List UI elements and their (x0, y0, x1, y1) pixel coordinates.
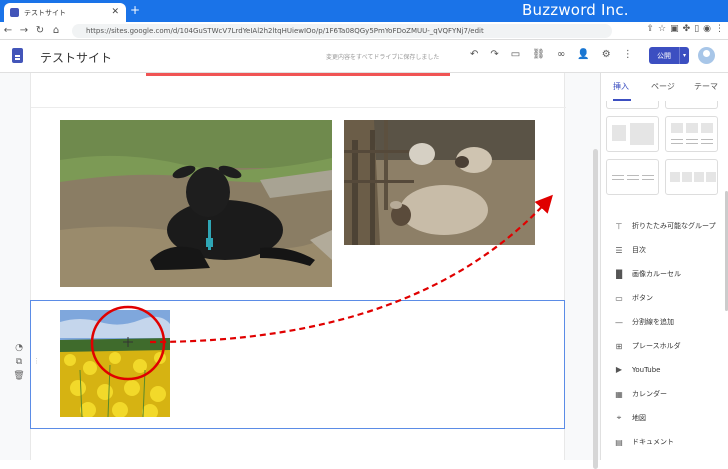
puzzle-icon[interactable]: ✤ (683, 24, 691, 34)
settings-gear-icon[interactable]: ⚙ (602, 49, 611, 60)
home-icon[interactable]: ⌂ (48, 25, 64, 36)
site-title[interactable]: テストサイト (40, 49, 112, 66)
browser-tab-bar: テストサイト ✕ + Buzzword Inc. (0, 0, 728, 22)
black-lamb-image[interactable] (60, 120, 332, 287)
browser-tab[interactable]: テストサイト ✕ (4, 3, 126, 22)
reload-icon[interactable]: ↻ (32, 25, 48, 36)
palette-icon[interactable]: ◔ (15, 343, 23, 353)
layout-card-partial-2[interactable] (665, 101, 718, 109)
address-bar[interactable]: https://sites.google.com/d/104GuSTWcV7Lr… (72, 24, 612, 38)
browser-toolbar: ← → ↻ ⌂ https://sites.google.com/d/104Gu… (0, 22, 728, 40)
tab-insert[interactable]: 挿入 (613, 81, 629, 92)
tab-pages[interactable]: ページ (651, 81, 675, 92)
header-banner-strip (146, 73, 450, 76)
sites-favicon-icon (10, 8, 19, 17)
copy-link-icon[interactable]: ⛓ (532, 49, 545, 60)
url-text: https://sites.google.com/d/104GuSTWcV7Lr… (86, 27, 484, 35)
section-tools: ◔ ⧉ 🗑 (13, 343, 24, 381)
section-divider (31, 107, 566, 108)
panel-item-document[interactable]: ▤ ドキュメント (613, 437, 674, 447)
avatar[interactable] (698, 47, 715, 64)
preview-icon[interactable]: ▭ (511, 49, 520, 60)
save-status: 変更内容をすべてドライブに保存しました (326, 54, 440, 61)
more-menu-icon[interactable]: ⋮ (623, 49, 633, 60)
panel-item-youtube[interactable]: ▶ YouTube (613, 365, 661, 374)
panel-item-collapsible-group[interactable]: ⊤ 折りたたみ可能なグループ (613, 221, 716, 231)
tab-themes[interactable]: テーマ (694, 81, 718, 92)
insert-panel: 挿入 ページ テーマ ⊤ 折りたたみ可能なグループ ☰ 目次 ▐▌ 画像カルーセ… (600, 73, 728, 460)
canvas-scrollbar[interactable] (593, 149, 598, 469)
layout-card-three-images[interactable] (665, 116, 718, 152)
undo-icon[interactable]: ↶ (470, 49, 478, 60)
forward-icon[interactable]: → (16, 25, 32, 36)
link-icon[interactable]: ∞ (557, 49, 565, 60)
panel-item-image-carousel[interactable]: ▐▌ 画像カルーセル (613, 269, 681, 279)
youtube-icon: ▶ (615, 365, 623, 374)
drag-handle-icon[interactable]: ⋮ (33, 357, 40, 365)
layout-card-image-large[interactable] (606, 116, 659, 152)
extension-icon[interactable]: ▣ (670, 24, 679, 34)
header-toolbar: ↶ ↷ ▭ ⛓ ∞ 👤 ⚙ ⋮ (470, 49, 633, 60)
map-icon: ⌖ (616, 413, 622, 422)
placeholder-icon: ⊞ (615, 341, 623, 351)
sheep-fence-image[interactable] (344, 120, 535, 245)
new-tab-icon[interactable]: + (130, 3, 140, 17)
duplicate-icon[interactable]: ⧉ (16, 357, 22, 367)
panel-item-table-of-contents[interactable]: ☰ 目次 (613, 245, 646, 255)
rapeseed-flowers-image[interactable] (60, 310, 170, 417)
back-icon[interactable]: ← (0, 25, 16, 36)
panel-item-placeholder[interactable]: ⊞ プレースホルダ (613, 341, 681, 351)
redo-icon[interactable]: ↷ (490, 49, 498, 60)
panel-item-map[interactable]: ⌖ 地図 (613, 413, 646, 423)
brand-watermark: Buzzword Inc. (522, 1, 629, 19)
calendar-icon: ▦ (615, 389, 623, 399)
publish-button[interactable]: 公開 ▾ (649, 47, 689, 64)
share-user-icon[interactable]: 👤 (577, 49, 589, 60)
publish-label: 公開 (657, 51, 671, 60)
carousel-icon: ▐▌ (613, 269, 626, 279)
delete-icon[interactable]: 🗑 (13, 371, 24, 381)
document-icon: ▤ (615, 437, 623, 447)
publish-dropdown-icon[interactable]: ▾ (679, 47, 689, 64)
browser-tab-title: テストサイト (24, 8, 66, 17)
sites-logo-icon[interactable] (12, 48, 23, 63)
bookmark-star-icon[interactable]: ☆ (658, 24, 666, 34)
panel-item-divider[interactable]: — 分割線を追加 (613, 317, 674, 327)
share-icon[interactable]: ⇪ (647, 24, 655, 34)
layout-card-four-images[interactable] (665, 159, 718, 195)
layout-card-partial-1[interactable] (606, 101, 659, 109)
browser-menu-icon[interactable]: ⋮ (715, 24, 724, 34)
panel-tabs: 挿入 ページ テーマ (601, 73, 728, 101)
layout-card-text-three[interactable] (606, 159, 659, 195)
collapse-icon: ⊤ (615, 221, 623, 231)
app-header: テストサイト 変更内容をすべてドライブに保存しました ↶ ↷ ▭ ⛓ ∞ 👤 ⚙… (0, 40, 728, 73)
sidebar-icon[interactable]: ▯ (694, 24, 699, 34)
button-icon: ▭ (615, 293, 623, 303)
browser-actions: ⇪ ☆ ▣ ✤ ▯ ◉ ⋮ (647, 24, 725, 34)
toc-icon: ☰ (615, 245, 623, 255)
panel-item-calendar[interactable]: ▦ カレンダー (613, 389, 667, 399)
profile-icon[interactable]: ◉ (703, 24, 711, 34)
divider-icon: — (615, 317, 623, 327)
panel-item-button[interactable]: ▭ ボタン (613, 293, 653, 303)
close-tab-icon[interactable]: ✕ (111, 7, 119, 17)
